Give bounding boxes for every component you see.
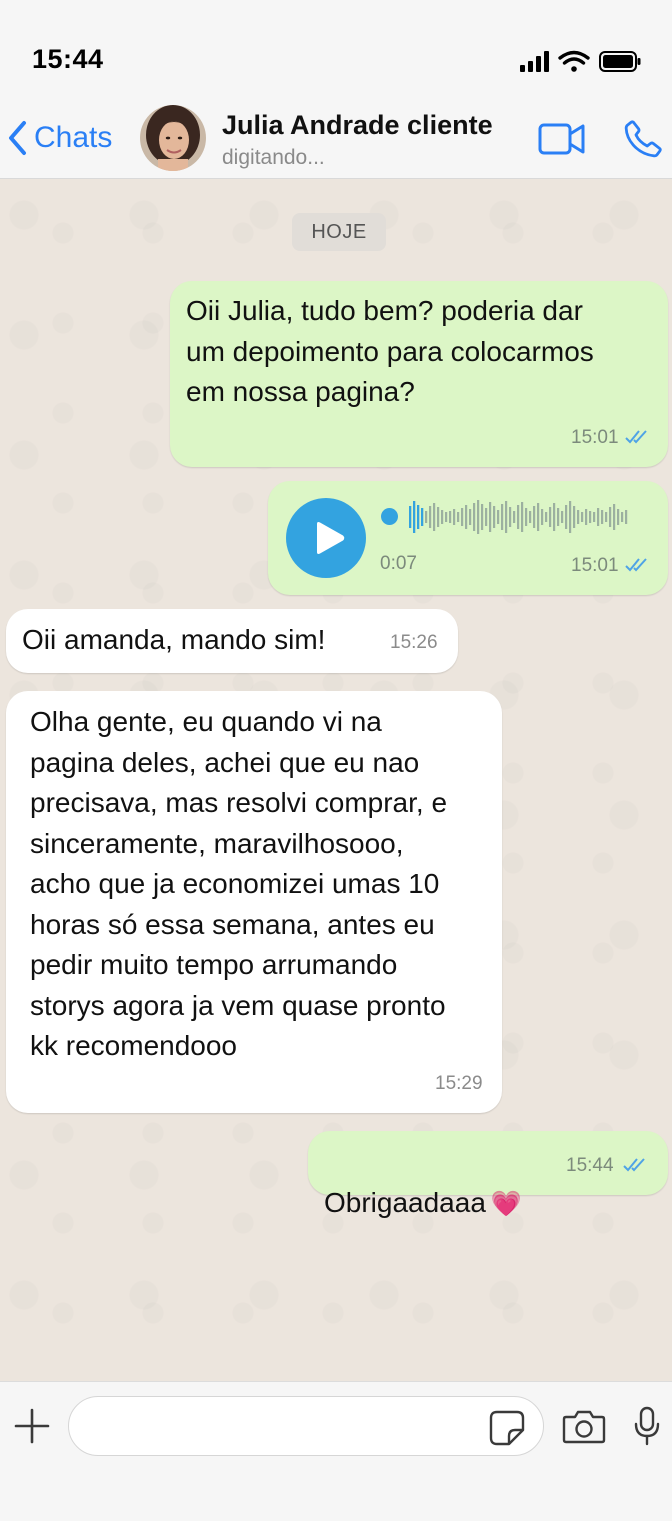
message-time: 15:01 [571,427,619,448]
message-text-value: Obrigaadaaa [324,1186,486,1218]
chat-area[interactable]: HOJE Oii Julia, tudo bem? poderia dar um… [0,179,672,1381]
message-text: Oii amanda, mando sim! [22,624,326,655]
message-time: 15:44 [566,1155,614,1176]
chat-header: Chats Julia Andrade cliente digitando... [0,100,672,179]
sticker-icon[interactable] [489,1410,525,1446]
camera-icon[interactable] [562,1408,606,1444]
back-chevron-icon [9,121,26,155]
battery-icon [599,51,641,72]
message-time: 15:26 [390,632,438,653]
message-bubble-incoming[interactable]: Oii amanda, mando sim! 15:26 [6,609,458,673]
signal-icon [520,51,549,72]
avatar[interactable] [140,105,206,171]
play-icon [317,522,345,554]
microphone-icon[interactable] [634,1406,660,1446]
read-ticks-icon [625,430,647,444]
status-bar: 15:44 [0,0,672,100]
audio-scrubber[interactable] [381,508,398,525]
message-input[interactable] [68,1396,544,1456]
message-time: 15:01 [571,555,619,576]
message-text: Olha gente, eu quando vi na pagina deles… [30,706,448,1061]
status-time: 15:44 [32,44,104,74]
plus-icon[interactable] [12,1406,52,1446]
pink-heart-emoji: 💗 [490,1189,523,1218]
video-call-icon[interactable] [538,122,586,156]
message-bubble-outgoing[interactable]: Oii Julia, tudo bem? poderia dar um depo… [170,281,668,467]
message-text: Oii Julia, tudo bem? poderia dar um depo… [186,295,594,407]
play-button[interactable] [286,498,366,578]
date-separator: HOJE [292,213,386,251]
message-bubble-outgoing[interactable]: Obrigaadaaa 💗 15:44 [308,1131,668,1218]
message-input-bar [0,1381,672,1521]
typing-status: digitando... [222,146,325,169]
audio-message-bubble[interactable]: 0:07 15:01 [268,481,668,595]
wifi-icon [558,50,590,72]
audio-duration: 0:07 [380,553,417,574]
read-ticks-icon [625,558,647,572]
message-bubble-incoming[interactable]: Olha gente, eu quando vi na pagina deles… [6,691,502,1113]
phone-icon[interactable] [622,118,664,160]
message-text: Obrigaadaaa 💗 [324,1142,522,1224]
read-ticks-icon [623,1158,645,1172]
back-button[interactable]: Chats [6,118,112,158]
audio-waveform [409,500,628,534]
back-label: Chats [34,121,113,154]
status-icons [520,50,641,72]
contact-name[interactable]: Julia Andrade cliente [222,110,493,141]
message-time: 15:29 [435,1073,483,1094]
